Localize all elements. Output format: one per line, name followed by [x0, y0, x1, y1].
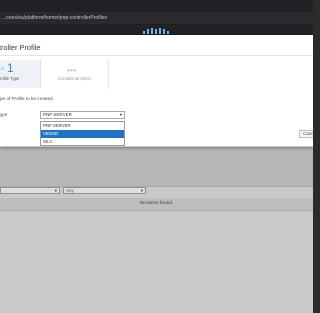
cancel-button[interactable]: Canc	[299, 130, 313, 138]
step-prefix: o	[1, 66, 4, 72]
profile-type-select[interactable]: PNP SERVER ▾	[40, 111, 125, 119]
title-divider	[0, 55, 313, 56]
empty-table-message: No items found.	[0, 198, 313, 211]
profile-type-label: ype	[0, 112, 8, 117]
step-number: 1	[7, 61, 14, 75]
step-label-conditional-steps: Conditional Steps	[58, 76, 91, 81]
table-header-band	[0, 142, 313, 187]
filter-select-left[interactable]: ▾	[0, 187, 60, 194]
url-text: ...coes/eu/platform/home#pnp-controllerP…	[2, 15, 108, 21]
cisco-logo-icon	[143, 28, 170, 34]
chevron-down-icon: ▾	[54, 188, 57, 193]
controller-profile-modal: troller Profile o 1 rofile Type ••• Cond…	[0, 35, 313, 147]
chevron-down-icon: ▾	[119, 112, 122, 117]
option-pnp-server[interactable]: PNP SERVER	[41, 122, 124, 130]
selected-profile-type: PNP SERVER	[43, 112, 72, 117]
address-bar[interactable]: ...coes/eu/platform/home#pnp-controllerP…	[0, 12, 313, 25]
option-vbond[interactable]: VBOND	[41, 130, 124, 138]
app-header	[0, 25, 313, 35]
chevron-down-icon: ▾	[140, 188, 143, 193]
more-steps-icon: •••	[67, 66, 77, 75]
modal-footer-divider	[0, 146, 313, 147]
browser-screen: ...coes/eu/platform/home#pnp-controllerP…	[0, 0, 313, 313]
filter-select-right[interactable]: Any ▾	[63, 187, 146, 194]
modal-title: troller Profile	[0, 43, 41, 52]
profile-instruction: pe of Profile to be created.	[0, 96, 54, 101]
profile-type-options: PNP SERVER VBOND WLC	[40, 121, 125, 146]
step-divider	[108, 59, 109, 89]
step-label-profile-type: rofile Type	[0, 76, 20, 81]
option-wlc[interactable]: WLC	[41, 138, 124, 145]
